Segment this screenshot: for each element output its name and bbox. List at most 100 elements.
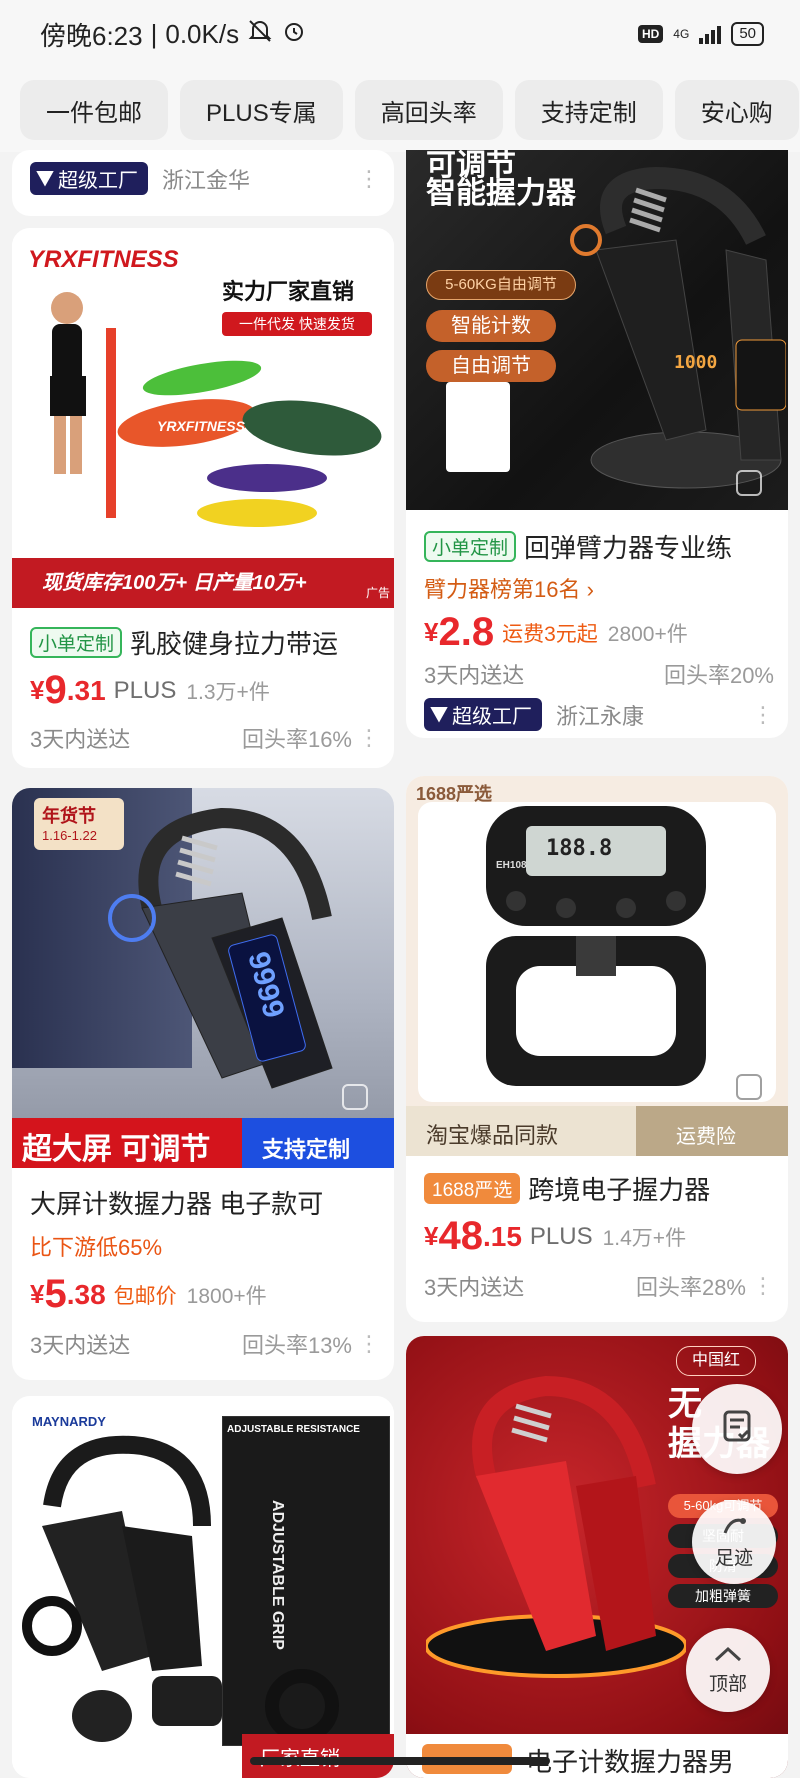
image-screen: 188.8 (546, 836, 613, 861)
image-bottom-right: 支持定制 (262, 1137, 351, 1162)
image-bottom-left: 淘宝爆品同款 (426, 1123, 559, 1148)
more-icon[interactable]: ⋮ (358, 166, 380, 192)
product-card-partial[interactable]: 超级工厂 浙江金华 ⋮ (12, 150, 394, 216)
sold-count: 2800+件 (607, 622, 688, 646)
grip-illustration (108, 807, 333, 1089)
seller-region: 浙江金华 (162, 167, 251, 193)
back-to-top-button[interactable]: 顶部 (686, 1628, 770, 1712)
product-card-grip-adjustable[interactable]: 可调节 智能握力器 5-60KG自由调节 智能计数 自由调节 1000 小单定制… (406, 150, 788, 738)
price-symbol: ¥ (30, 1279, 45, 1309)
seller-region: 浙江永康 (556, 703, 645, 729)
factory-row: 超级工厂 浙江金华 ⋮ (30, 162, 380, 195)
sold-count: 1.4万+件 (602, 1226, 687, 1250)
factory-v-icon (36, 170, 54, 187)
footprint-button[interactable]: 足迹 (692, 1500, 776, 1584)
super-factory-badge: 超级工厂 (30, 162, 148, 195)
image-bottom-right: 运费险 (676, 1126, 736, 1148)
discount-row: 比下游低65% (30, 1230, 380, 1262)
rank-row[interactable]: 臂力器榜第16名 › (424, 572, 774, 604)
filter-chip-customize[interactable]: 支持定制 (514, 80, 663, 140)
feedback-button[interactable] (692, 1384, 782, 1474)
price-integer: 9 (44, 668, 67, 712)
band-label: YRXFITNESS (157, 418, 245, 434)
price-integer: 5 (44, 1272, 67, 1316)
status-divider: | (150, 18, 158, 49)
product-image[interactable]: YRXFITNESS 实力厂家直销 一件代发 快速发货 YRXFITNESS 现… (12, 228, 394, 608)
image-corner-label: 中国红 (676, 1346, 756, 1376)
price-symbol: ¥ (424, 1221, 439, 1251)
product-title: 跨境电子握力器 (528, 1175, 711, 1205)
arrow-up-icon (713, 1645, 743, 1669)
repeat-rate: 回头率13% (241, 1333, 352, 1358)
home-indicator[interactable] (250, 1757, 550, 1765)
product-image[interactable]: 年货节 1.16-1.22 9999 超大屏 可调节 支持定制 (12, 788, 394, 1168)
delivery-row: 3天内送达 回头率20% (424, 658, 774, 690)
filter-chip-safe-buy[interactable]: 安心购 (674, 80, 799, 140)
yanxuan-tag: 1688严选 (424, 1173, 521, 1204)
delivery-row: 3天内送达 回头率13% ⋮ (30, 1328, 380, 1360)
product-title: 大屏计数握力器 电子款可 (30, 1189, 324, 1219)
title-row: 1688严选 跨境电子握力器 (424, 1170, 774, 1207)
image-pill-1: 5-60KG自由调节 (426, 270, 576, 300)
rank-label[interactable]: 臂力器榜第16名 › (424, 572, 594, 604)
super-factory-label: 超级工厂 (58, 170, 138, 192)
delivery-text: 3天内送达 (424, 663, 525, 688)
grip-illustration (570, 166, 786, 489)
repeat-rate: 回头率20% (663, 663, 774, 688)
more-icon[interactable]: ⋮ (358, 1331, 380, 1357)
more-icon[interactable]: ⋮ (752, 1273, 774, 1299)
factory-row: 超级工厂 浙江永康 ⋮ (424, 698, 774, 731)
image-search-icon[interactable] (736, 1074, 762, 1100)
screen: 傍晚6:23 | 0.0K/s HD 4G 50 一件包邮 PLUS专属 高回头… (0, 0, 800, 1778)
alarm-icon (281, 18, 307, 51)
price-symbol: ¥ (424, 617, 439, 647)
filter-chip-plus[interactable]: PLUS专属 (180, 80, 343, 140)
super-factory-badge: 超级工厂 (424, 698, 542, 731)
factory-v-icon (430, 706, 448, 723)
discount-label: 比下游低65% (30, 1235, 163, 1260)
ad-label: 广告 (365, 586, 390, 600)
more-icon[interactable]: ⋮ (358, 725, 380, 751)
price-decimal: .15 (482, 1220, 522, 1252)
title-row: 大屏计数握力器 电子款可 (30, 1184, 380, 1221)
image-headline-2: 智能握力器 (426, 177, 576, 210)
sold-count: 1800+件 (186, 1284, 267, 1308)
image-search-icon[interactable] (736, 470, 762, 496)
custom-tag: 小单定制 (424, 531, 517, 562)
product-card-resistance-band[interactable]: YRXFITNESS 实力厂家直销 一件代发 快速发货 YRXFITNESS 现… (12, 228, 394, 768)
filter-bar: 一件包邮 PLUS专属 高回头率 支持定制 安心购 (0, 68, 800, 152)
product-card-maynardy-kit[interactable]: MAYNARDY ADJUSTABLE RESISTANCE ADJUSTABL… (12, 1396, 394, 1778)
image-pill-2: 智能计数 (426, 310, 556, 342)
plus-label: PLUS (113, 676, 177, 704)
product-card-big-screen-grip[interactable]: 年货节 1.16-1.22 9999 超大屏 可调节 支持定制 大屏计数握力器 … (12, 788, 394, 1380)
delivery-text: 3天内送达 (424, 1275, 525, 1300)
price-decimal: .38 (66, 1278, 106, 1310)
image-pill-3: 自由调节 (426, 350, 556, 382)
kit-illustration (22, 1435, 339, 1743)
image-bottom-banner: 现货库存100万+ 日产量10万+ (12, 558, 394, 608)
status-speed: 0.0K/s (165, 18, 240, 49)
more-icon[interactable]: ⋮ (752, 702, 774, 728)
repeat-rate: 回头率16% (241, 727, 352, 752)
image-search-icon[interactable] (342, 1084, 368, 1110)
delivery-row: 3天内送达 回头率16% ⋮ (30, 722, 380, 754)
product-card-electronic-dynamometer[interactable]: 1688严选 188.8 EH108 淘宝爆品同款 运费险 1688严选 跨境电… (406, 776, 788, 1322)
image-display: 1000 (674, 352, 718, 373)
filter-chip-high-repeat[interactable]: 高回头率 (354, 80, 503, 140)
footprint-icon (721, 1515, 747, 1543)
network-type: 4G (673, 27, 690, 41)
status-right: HD 4G 50 (637, 22, 764, 46)
price-row: ¥ 48 .15 PLUS 1.4万+件 (424, 1214, 774, 1259)
plus-label: PLUS (529, 1222, 593, 1250)
hd-badge: HD (637, 25, 664, 43)
top-label: 顶部 (708, 1673, 747, 1695)
price-row: ¥ 5 .38 包邮价 1800+件 (30, 1272, 380, 1317)
product-image[interactable]: 1688严选 188.8 EH108 淘宝爆品同款 运费险 (406, 776, 788, 1156)
price-row: ¥ 9 .31 PLUS 1.3万+件 (30, 668, 380, 713)
product-image[interactable]: MAYNARDY ADJUSTABLE RESISTANCE ADJUSTABL… (12, 1396, 394, 1778)
product-image[interactable]: 可调节 智能握力器 5-60KG自由调节 智能计数 自由调节 1000 (406, 150, 788, 510)
filter-chip-free-shipping[interactable]: 一件包邮 (20, 80, 168, 140)
title-row: 小单定制 回弹臂力器专业练 (424, 528, 774, 565)
signal-icon (699, 24, 722, 44)
delivery-row: 3天内送达 回头率28% ⋮ (424, 1270, 774, 1302)
